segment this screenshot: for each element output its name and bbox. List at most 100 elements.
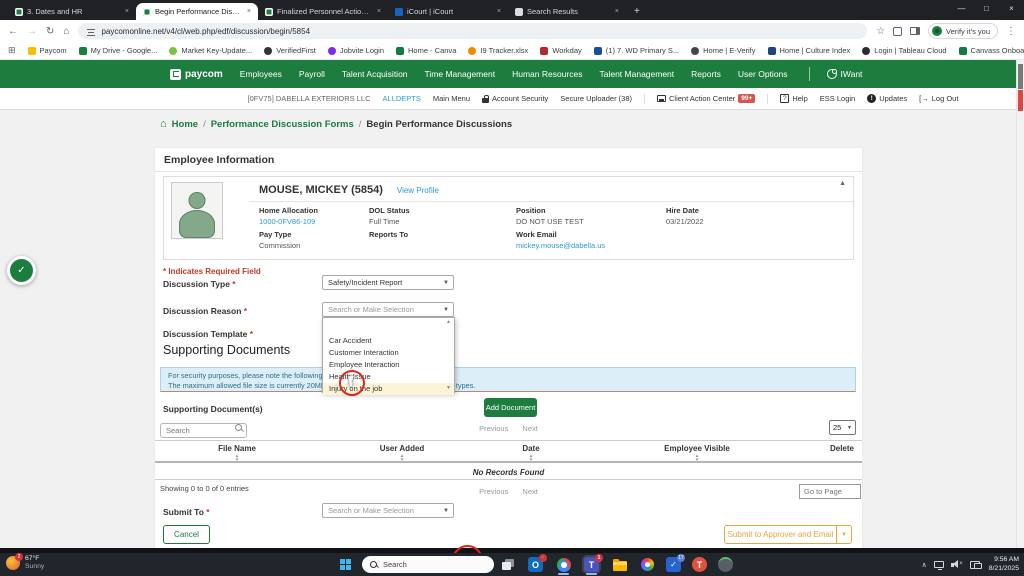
sort-icons[interactable]: ▲▼ (185, 454, 289, 462)
column-header-user-added[interactable]: User Added (350, 444, 454, 453)
home-icon[interactable]: ⌂ (160, 120, 167, 129)
page-size-select[interactable]: 25 ▼ (829, 420, 856, 435)
taskbar-search[interactable]: Search (362, 556, 494, 573)
verify-profile-button[interactable]: Verify it's you (928, 23, 998, 39)
work-email-link[interactable]: mickey.mouse@dabella.us (516, 241, 605, 250)
bookmark-everify[interactable]: Home | E-Verify (691, 46, 755, 55)
maximize-button[interactable]: □ (974, 0, 999, 18)
teams-icon[interactable]: T1 (584, 557, 599, 572)
bookmark-workday[interactable]: Workday (540, 46, 581, 55)
nav-item-talent-acquisition[interactable]: Talent Acquisition (342, 69, 408, 79)
submit-to-select[interactable]: Search or Make Selection ▼ (322, 503, 454, 518)
task-view-icon[interactable] (502, 559, 514, 570)
apps-grid-icon[interactable]: ⊞ (8, 45, 16, 56)
minimize-button[interactable]: — (949, 0, 974, 18)
new-tab-button[interactable]: + (634, 6, 640, 17)
bookmark-my-drive[interactable]: My Drive - Google... (79, 46, 158, 55)
collapse-panel-icon[interactable]: ▲ (839, 180, 846, 187)
bookmark-i9-tracker[interactable]: I9 Tracker.xlsx (468, 46, 528, 55)
column-header-date[interactable]: Date (479, 444, 583, 453)
discussion-type-select[interactable]: Safety/Incident Report ▼ (322, 275, 454, 290)
close-button[interactable]: × (999, 0, 1024, 18)
iwant-button[interactable]: IWant (827, 69, 863, 79)
bookmark-verifiedfirst[interactable]: VerifiedFirst (264, 46, 316, 55)
site-settings-icon[interactable] (87, 29, 95, 36)
breadcrumb-section[interactable]: Performance Discussion Forms (211, 119, 354, 130)
goto-page-input[interactable] (799, 484, 861, 499)
photos-icon[interactable] (640, 557, 655, 572)
close-tab-icon[interactable]: × (377, 8, 381, 15)
add-document-button[interactable]: Add Document (484, 398, 537, 417)
submit-to-approver-button[interactable]: Submit to Approver and Email (724, 525, 837, 544)
bookmark-canvass-onboarding[interactable]: Canvass Onboarding (959, 46, 1024, 55)
bookmark-star-icon[interactable]: ☆ (876, 26, 885, 37)
outlook-icon[interactable]: O· (528, 557, 543, 572)
scroll-down-icon[interactable]: ▼ (446, 385, 451, 391)
column-header-employee-visible[interactable]: Employee Visible (635, 444, 759, 453)
chevron-up-icon[interactable]: ∧ (922, 561, 927, 569)
previous-link[interactable]: Previous (479, 424, 508, 433)
page-scrollbar[interactable] (1016, 60, 1024, 548)
t-app-icon[interactable]: T (692, 557, 707, 572)
bookmark-culture-index[interactable]: Home | Culture Index (768, 46, 851, 55)
help-link[interactable]: ? Help (780, 94, 807, 103)
dropdown-option-blank[interactable] (323, 323, 454, 335)
previous-link[interactable]: Previous (479, 487, 508, 496)
dropdown-option[interactable]: Customer Interaction (323, 347, 454, 359)
column-header-file-name[interactable]: File Name (185, 444, 289, 453)
bookmark-canva[interactable]: Home - Canva (396, 46, 456, 55)
extensions-icon[interactable] (893, 27, 902, 36)
updates-link[interactable]: ! Updates (867, 94, 907, 103)
discussion-reason-select[interactable]: Search or Make Selection ▼ (322, 302, 454, 317)
bookmark-wd-primary[interactable]: (1) 7. WD Primary S... (594, 46, 679, 55)
back-icon[interactable]: ← (8, 26, 18, 37)
nav-item-payroll[interactable]: Payroll (299, 69, 325, 79)
feedback-check-button[interactable]: ✓ (7, 256, 36, 285)
chrome-icon[interactable] (556, 557, 571, 572)
paycom-logo[interactable]: paycom (170, 69, 223, 80)
breadcrumb-home[interactable]: Home (172, 119, 198, 130)
nav-item-human-resources[interactable]: Human Resources (512, 69, 582, 79)
nav-item-employees[interactable]: Employees (240, 69, 282, 79)
sort-icons[interactable]: ▲▼ (635, 454, 759, 462)
forward-icon[interactable]: → (27, 26, 37, 37)
scrollbar-thumb[interactable] (1018, 64, 1023, 89)
secure-uploader-link[interactable]: Secure Uploader (38) (560, 94, 632, 103)
close-tab-icon[interactable]: × (247, 8, 251, 15)
nav-item-time-management[interactable]: Time Management (425, 69, 496, 79)
file-explorer-icon[interactable] (612, 557, 627, 572)
tab-begin-performance-discussions[interactable]: Begin Performance Discussions × (136, 3, 258, 20)
scroll-up-icon[interactable]: ▲ (446, 319, 451, 325)
network-icon[interactable] (970, 560, 982, 569)
nav-item-talent-management[interactable]: Talent Management (599, 69, 674, 79)
tab-finalized-personnel-action-form[interactable]: Finalized Personnel Action Form × (258, 3, 388, 20)
tab-search-results[interactable]: Search Results × (508, 3, 626, 20)
client-action-center-link[interactable]: Client Action Center 99+ (657, 94, 755, 103)
windows-start-button[interactable] (340, 559, 351, 570)
side-panel-icon[interactable] (910, 27, 920, 35)
close-tab-icon[interactable]: × (497, 8, 501, 15)
todo-icon[interactable]: ✓17 (666, 557, 681, 572)
tab-dates-and-hr[interactable]: 3. Dates and HR × (8, 3, 136, 20)
bookmark-tableau[interactable]: Login | Tableau Cloud (862, 46, 946, 55)
account-security-link[interactable]: Account Security (482, 94, 548, 103)
ess-login-link[interactable]: ESS Login (820, 94, 855, 103)
main-menu-link[interactable]: Main Menu (433, 94, 470, 103)
taskbar-clock[interactable]: 9:56 AM 8/21/2025 (989, 556, 1019, 573)
view-profile-link[interactable]: View Profile (397, 186, 439, 195)
submit-options-dropdown[interactable]: ▼ (837, 525, 852, 544)
home-allocation-link[interactable]: 1000-0FV86-109 (259, 217, 318, 226)
speaker-muted-icon[interactable]: × (951, 560, 963, 569)
close-tab-icon[interactable]: × (125, 8, 129, 15)
close-tab-icon[interactable]: × (615, 8, 619, 15)
home-icon[interactable]: ⌂ (63, 26, 69, 37)
nav-item-reports[interactable]: Reports (691, 69, 721, 79)
cancel-button[interactable]: Cancel (163, 525, 210, 544)
bookmark-jobvite[interactable]: Jobvite Login (328, 46, 384, 55)
nav-item-user-options[interactable]: User Options (738, 69, 788, 79)
reload-icon[interactable]: ↻ (46, 26, 54, 37)
tab-icourt[interactable]: iCourt | iCourt × (388, 3, 508, 20)
dropdown-option[interactable]: Employee Interaction (323, 359, 454, 371)
browser-menu-icon[interactable]: ⋮ (1006, 26, 1016, 37)
next-link[interactable]: Next (522, 487, 537, 496)
